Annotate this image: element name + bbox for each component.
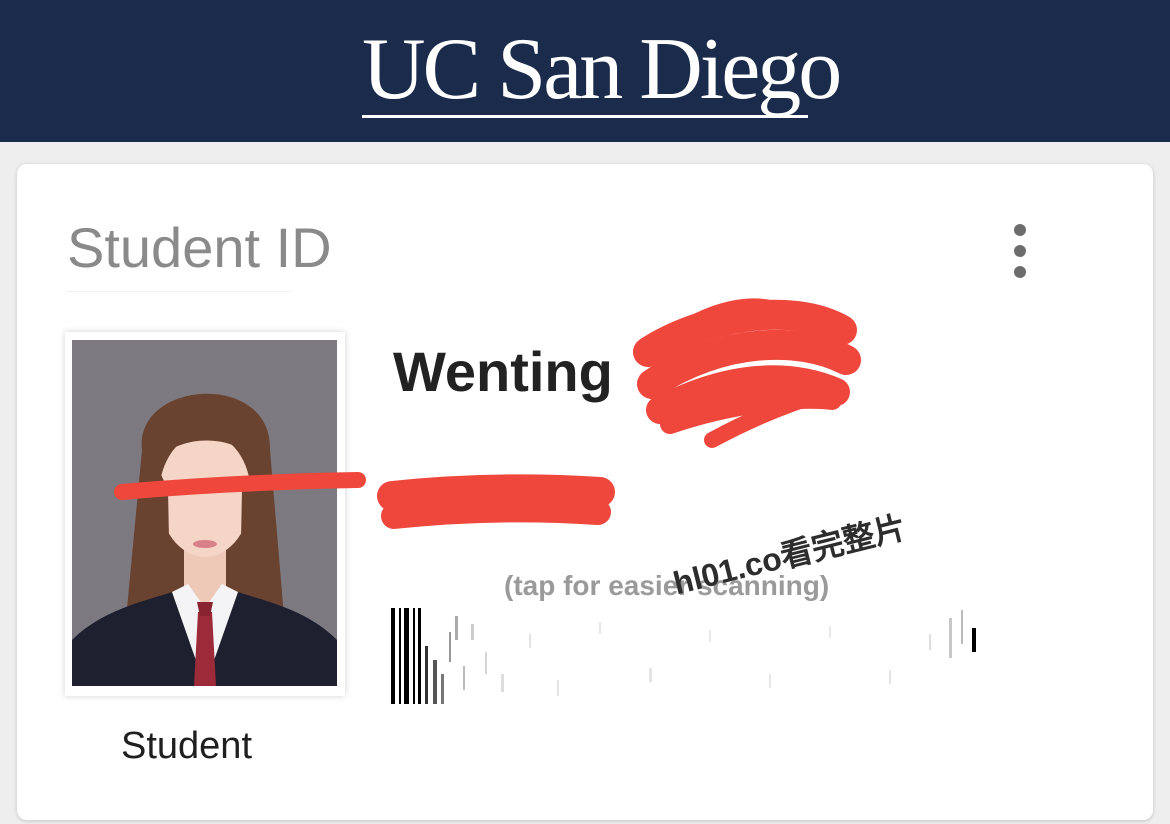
- title-divider: [67, 291, 292, 292]
- logo-text: UC San Diego: [362, 21, 842, 118]
- menu-dot: [1014, 224, 1026, 236]
- app-header: UC San Diego: [0, 0, 1170, 142]
- student-photo: [72, 340, 337, 686]
- student-id-card: Student ID Student Wenting (tap for easi…: [17, 164, 1153, 820]
- student-name: Wenting: [393, 340, 613, 403]
- logo-underline: [362, 115, 808, 118]
- menu-dot: [1014, 266, 1026, 278]
- card-title: Student ID: [67, 216, 332, 279]
- menu-dot: [1014, 245, 1026, 257]
- more-vertical-icon[interactable]: [999, 216, 1041, 286]
- role-label: Student: [121, 725, 252, 767]
- uc-san-diego-logo: UC San Diego: [362, 20, 842, 120]
- barcode[interactable]: [389, 604, 979, 714]
